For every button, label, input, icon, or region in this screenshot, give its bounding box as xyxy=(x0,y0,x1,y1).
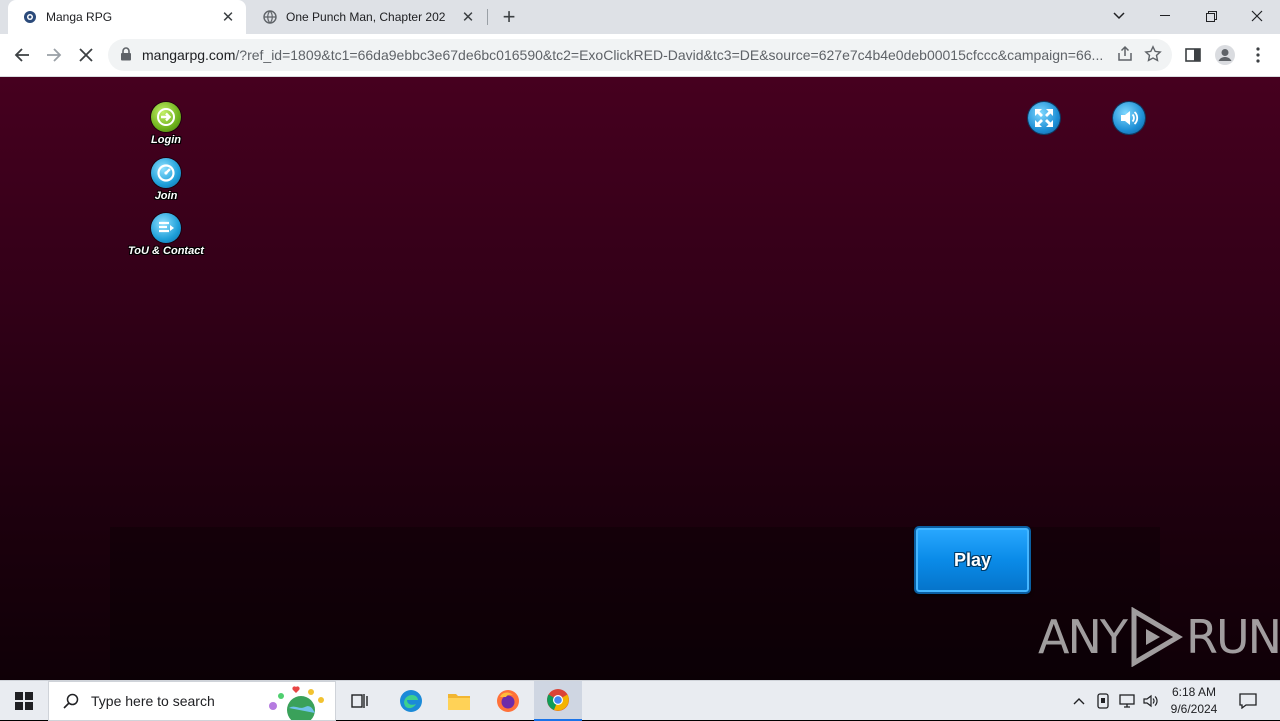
tab-title: One Punch Man, Chapter 202 xyxy=(286,10,446,24)
lock-icon[interactable] xyxy=(120,47,132,66)
search-icon xyxy=(63,693,79,709)
tab-strip: Manga RPG ✕ One Punch Man, Chapter 202 ✕… xyxy=(0,0,1280,34)
document-icon xyxy=(151,213,181,243)
play-button[interactable]: Play xyxy=(914,526,1031,594)
forward-button[interactable] xyxy=(39,40,69,70)
join-label: Join xyxy=(154,190,178,202)
login-button[interactable]: Login xyxy=(116,102,216,146)
join-icon xyxy=(151,158,181,188)
edge-icon xyxy=(400,690,422,712)
volume-icon[interactable] xyxy=(1140,681,1162,721)
menu-kebab-icon[interactable] xyxy=(1243,40,1273,70)
login-arrow-icon xyxy=(151,102,181,132)
fullscreen-icon[interactable] xyxy=(1028,102,1060,134)
tab-separator xyxy=(487,9,488,25)
clock[interactable]: 6:18 AM 9/6/2024 xyxy=(1166,684,1222,718)
game-canvas[interactable]: Login Join ToU & Contact Play ANY RUN xyxy=(0,77,1280,680)
share-icon[interactable] xyxy=(1116,45,1134,68)
task-view-button[interactable] xyxy=(340,681,380,721)
tray-overflow-chevron-icon[interactable] xyxy=(1068,681,1090,721)
manga-rpg-favicon-icon xyxy=(22,9,38,25)
minimize-button[interactable] xyxy=(1142,0,1188,32)
notifications-icon[interactable] xyxy=(1230,681,1266,721)
firefox-taskbar-button[interactable] xyxy=(487,681,529,721)
folder-icon xyxy=(448,694,470,710)
url-text[interactable]: mangarpg.com/?ref_id=1809&tc1=66da9ebbc3… xyxy=(142,47,1102,63)
windows-taskbar: Type here to search 6:18 AM 9/6/2024 xyxy=(0,680,1280,721)
address-bar[interactable]: mangarpg.com/?ref_id=1809&tc1=66da9ebbc3… xyxy=(108,39,1172,71)
tou-contact-label: ToU & Contact xyxy=(128,245,204,257)
tab-title: Manga RPG xyxy=(46,10,113,24)
file-explorer-taskbar-button[interactable] xyxy=(438,681,480,721)
edge-taskbar-button[interactable] xyxy=(390,681,432,721)
watermark-left: ANY xyxy=(1038,610,1128,664)
new-tab-button[interactable]: + xyxy=(496,4,522,30)
bookmark-star-icon[interactable] xyxy=(1144,45,1162,68)
watermark-right: RUN xyxy=(1185,610,1280,664)
close-window-button[interactable] xyxy=(1234,0,1280,32)
join-button[interactable]: Join xyxy=(116,158,216,202)
url-host: mangarpg.com xyxy=(142,47,236,63)
clock-date: 9/6/2024 xyxy=(1170,702,1218,716)
taskbar-search-box[interactable]: Type here to search xyxy=(48,681,336,721)
chrome-taskbar-button[interactable] xyxy=(534,681,582,721)
browser-toolbar: mangarpg.com/?ref_id=1809&tc1=66da9ebbc3… xyxy=(0,34,1280,77)
task-view-icon xyxy=(351,694,368,708)
login-label: Login xyxy=(151,134,181,146)
url-path: /?ref_id=1809&tc1=66da9ebbc3e67de6bc0165… xyxy=(235,47,1102,63)
restore-button[interactable] xyxy=(1188,0,1234,32)
clock-time: 6:18 AM xyxy=(1171,685,1217,699)
profile-avatar-icon[interactable] xyxy=(1210,40,1240,70)
close-tab-icon[interactable]: ✕ xyxy=(456,5,480,29)
windows-logo-icon xyxy=(15,692,33,710)
tab-manga-rpg[interactable]: Manga RPG ✕ xyxy=(8,0,246,34)
watermark-play-logo-icon xyxy=(1131,607,1183,667)
side-panel-icon[interactable] xyxy=(1178,40,1208,70)
device-tray-icon[interactable] xyxy=(1092,681,1114,721)
back-button[interactable] xyxy=(7,40,37,70)
tou-contact-button[interactable]: ToU & Contact xyxy=(116,213,216,257)
network-icon[interactable] xyxy=(1116,681,1138,721)
stop-loading-button[interactable] xyxy=(71,40,101,70)
search-highlight-illustration-icon xyxy=(269,686,324,720)
tab-search-chevron-icon[interactable] xyxy=(1096,0,1142,32)
close-tab-icon[interactable]: ✕ xyxy=(216,5,240,29)
speaker-icon[interactable] xyxy=(1113,102,1145,134)
anyrun-watermark: ANY RUN xyxy=(1038,607,1280,667)
search-placeholder: Type here to search xyxy=(91,693,215,709)
start-button[interactable] xyxy=(0,681,48,721)
globe-icon xyxy=(262,9,278,25)
chrome-icon xyxy=(547,689,569,711)
firefox-icon xyxy=(497,690,519,712)
tab-one-punch-man[interactable]: One Punch Man, Chapter 202 ✕ xyxy=(248,0,486,34)
